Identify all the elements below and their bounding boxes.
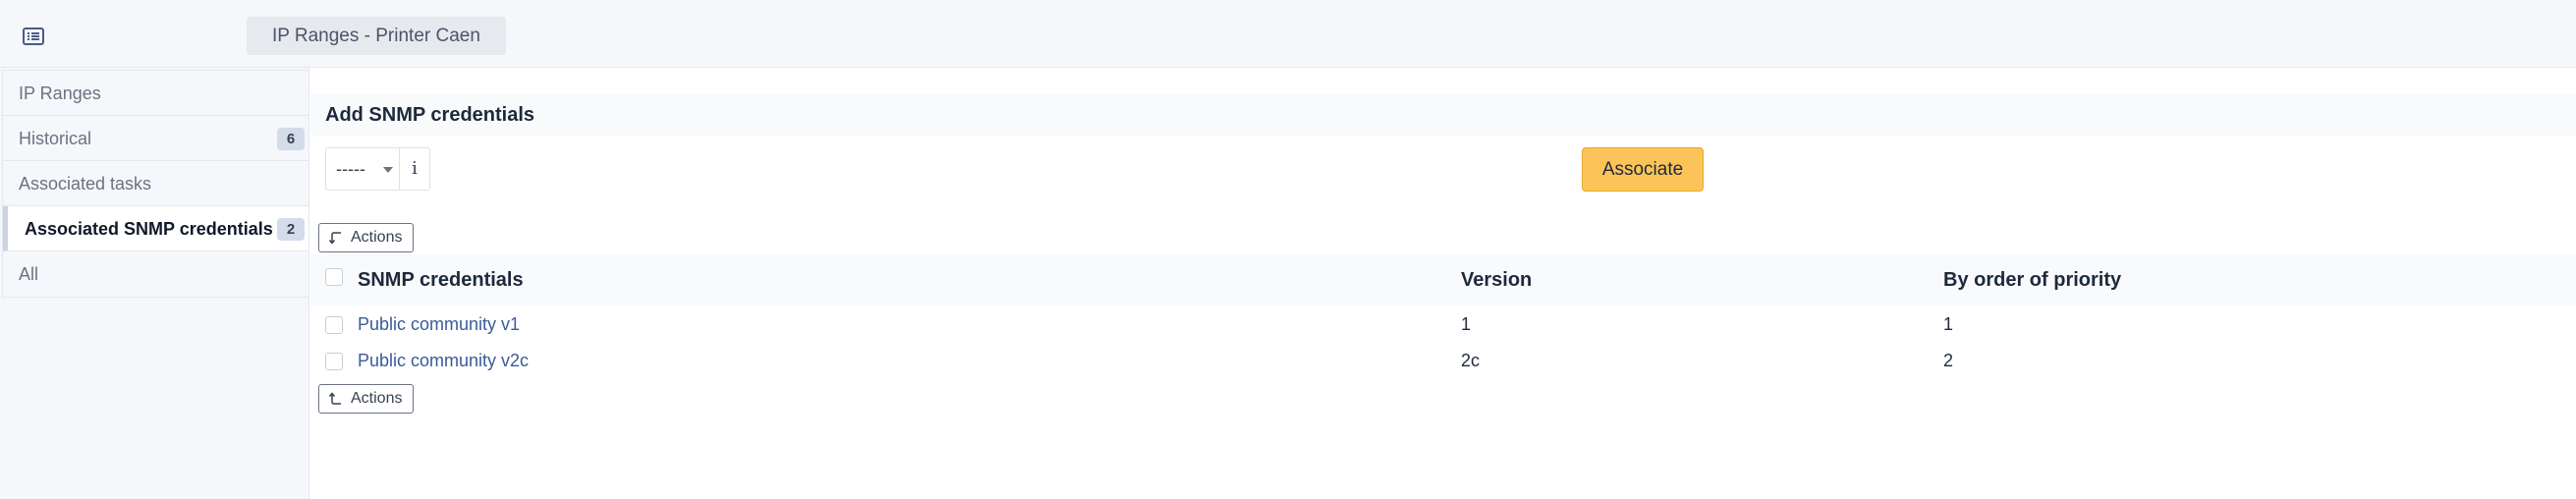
row-checkbox[interactable] [325, 353, 343, 370]
arrow-return-icon [329, 232, 341, 245]
sidebar: IP Ranges Historical 6 Associated tasks … [0, 68, 309, 499]
associate-button[interactable]: Associate [1582, 147, 1704, 192]
info-icon[interactable]: i [399, 148, 429, 190]
count-badge: 6 [277, 128, 305, 150]
chevron-down-icon [383, 167, 393, 173]
credential-link[interactable]: Public community v2c [358, 343, 529, 379]
count-badge: 2 [277, 218, 305, 241]
table-header: SNMP credentials Version By order of pri… [310, 254, 2576, 305]
list-icon[interactable] [22, 26, 47, 47]
section-header: Add SNMP credentials [310, 94, 2576, 136]
sidebar-item-label: Historical [19, 129, 92, 148]
credential-select[interactable]: ----- [326, 148, 399, 190]
sidebar-item-associated-tasks[interactable]: Associated tasks [3, 161, 308, 206]
select-all-checkbox[interactable] [325, 268, 343, 286]
top-bar: IP Ranges - Printer Caen [0, 0, 2576, 68]
priority-cell: 1 [1943, 314, 1954, 334]
main-content: Add SNMP credentials ----- i Associate A… [310, 68, 2576, 499]
sidebar-menu: IP Ranges Historical 6 Associated tasks … [2, 70, 308, 298]
version-cell: 2c [1461, 351, 1481, 370]
column-header-version[interactable]: Version [1461, 254, 1532, 305]
column-header-snmp-credentials[interactable]: SNMP credentials [358, 254, 524, 305]
sidebar-item-associated-snmp-credentials[interactable]: Associated SNMP credentials 2 [3, 206, 308, 251]
actions-label: Actions [351, 229, 403, 246]
column-header-priority[interactable]: By order of priority [1943, 254, 2121, 305]
actions-label: Actions [351, 390, 403, 407]
select-value: ----- [336, 159, 365, 179]
table-row: Public community v2c 2c 2 [310, 343, 2576, 379]
sidebar-item-label: IP Ranges [19, 83, 101, 103]
sidebar-item-historical[interactable]: Historical 6 [3, 116, 308, 161]
version-cell: 1 [1461, 314, 1472, 334]
actions-button-bottom[interactable]: Actions [318, 384, 414, 414]
section-title: Add SNMP credentials [325, 104, 535, 126]
priority-cell: 2 [1943, 351, 1954, 370]
sidebar-item-ip-ranges[interactable]: IP Ranges [3, 71, 308, 116]
sidebar-item-all[interactable]: All [3, 251, 308, 297]
sidebar-item-label: Associated tasks [19, 174, 152, 194]
page-title-tab[interactable]: IP Ranges - Printer Caen [247, 17, 506, 55]
table-row: Public community v1 1 1 [310, 306, 2576, 343]
sidebar-item-label: Associated SNMP credentials [25, 219, 273, 239]
credential-select-group: ----- i [325, 147, 430, 191]
actions-button-top[interactable]: Actions [318, 223, 414, 252]
arrow-return-up-icon [329, 392, 341, 405]
sidebar-item-label: All [19, 264, 39, 284]
row-checkbox[interactable] [325, 316, 343, 334]
credential-link[interactable]: Public community v1 [358, 306, 520, 343]
